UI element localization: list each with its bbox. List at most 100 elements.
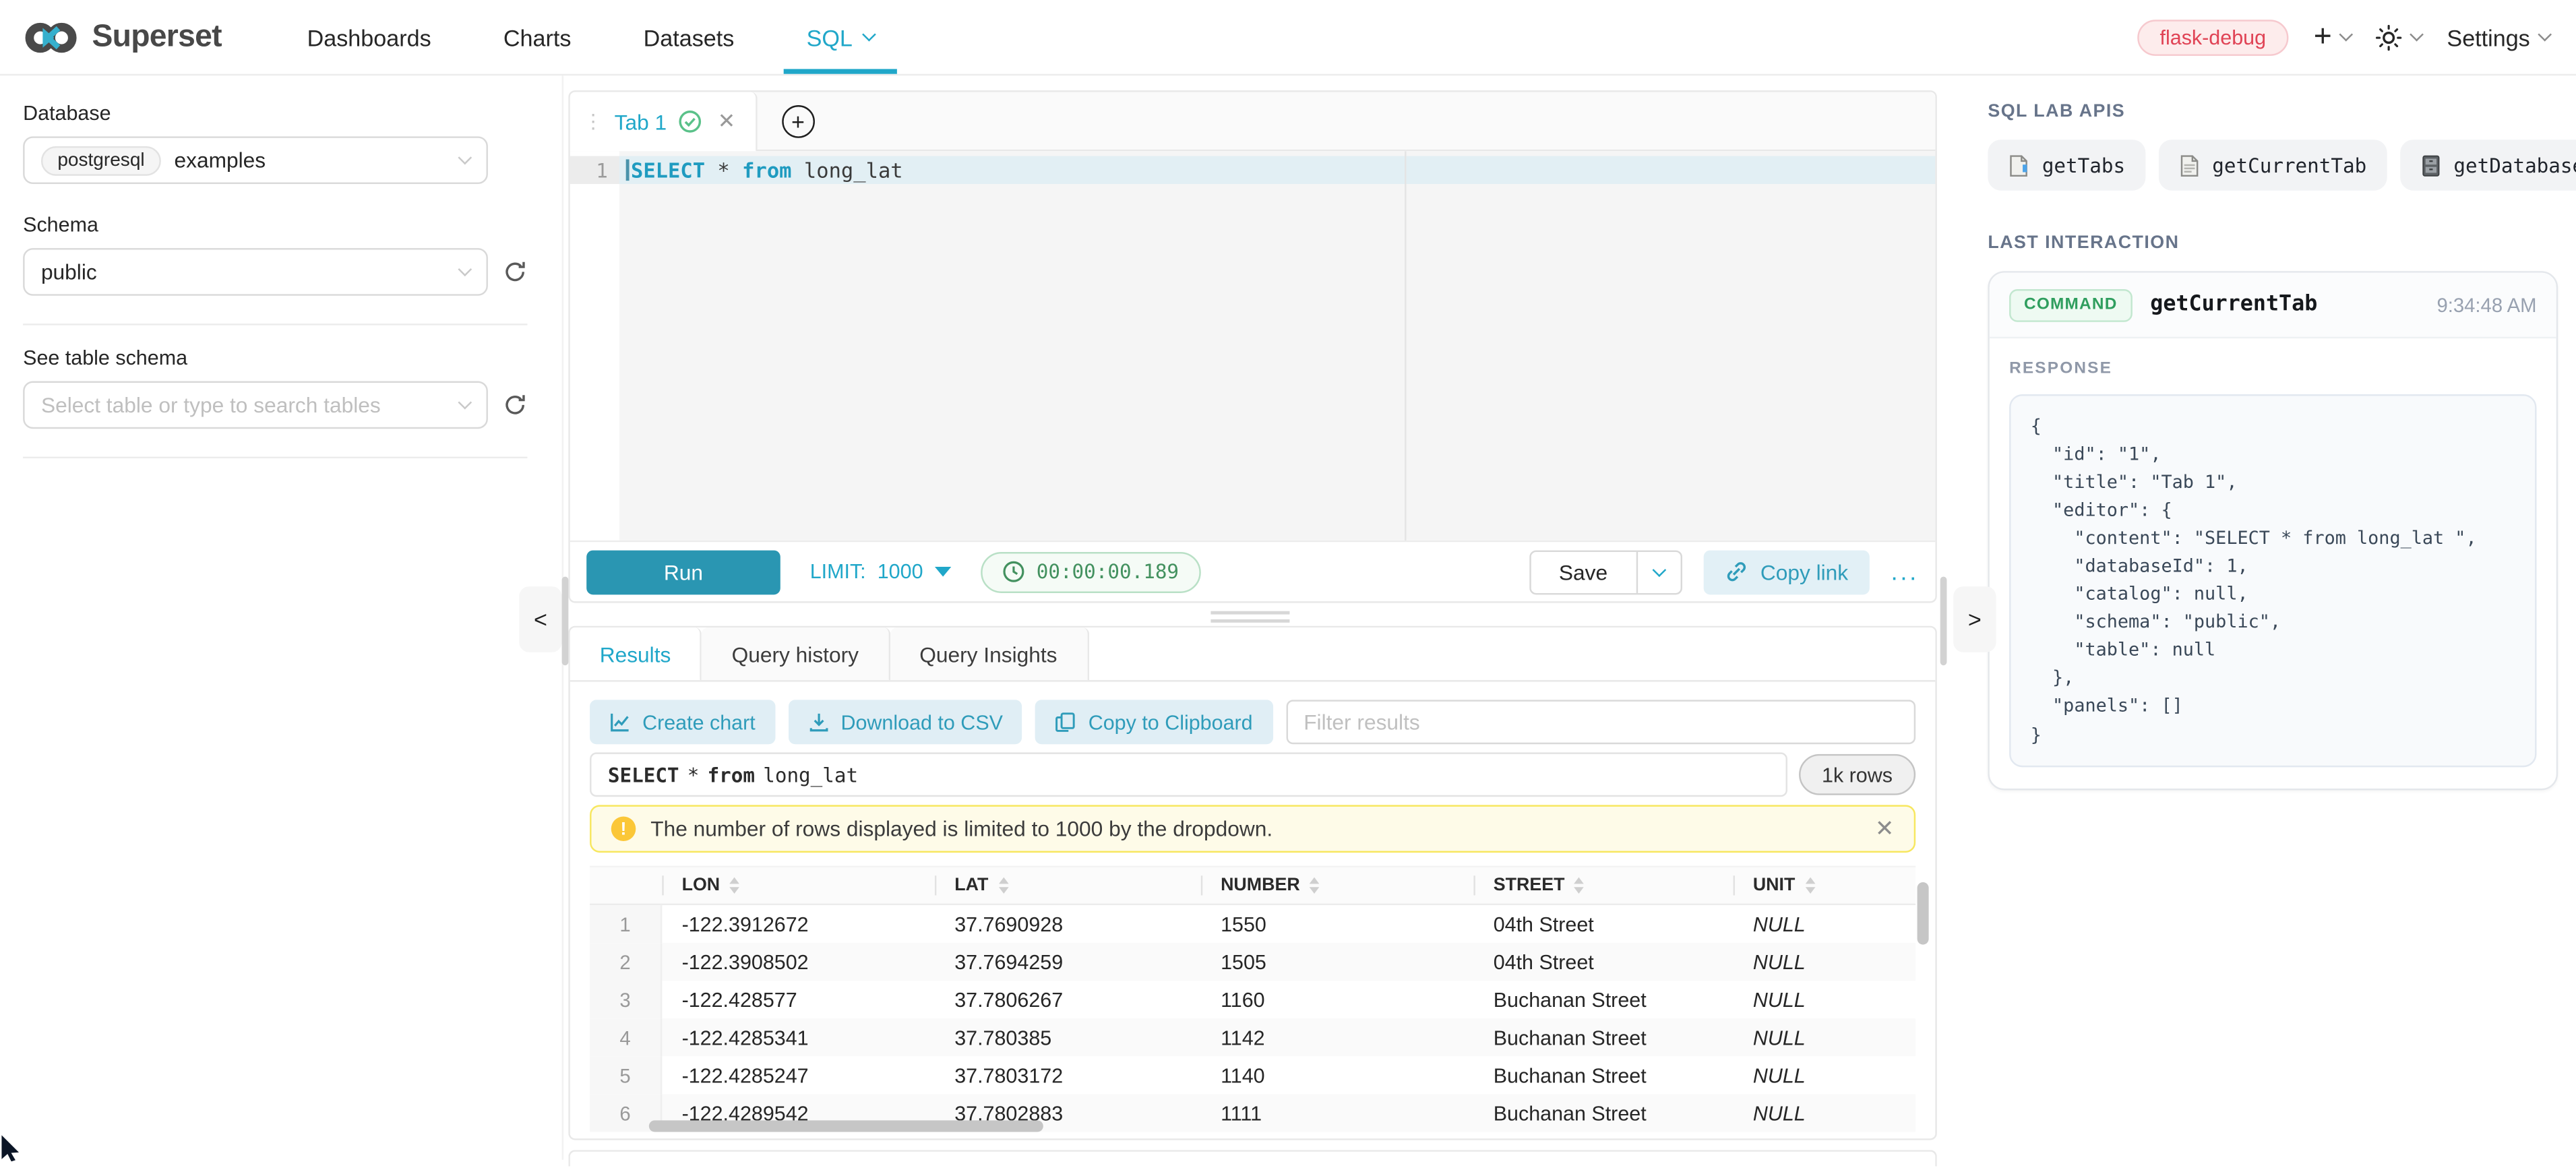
column-header-lat[interactable]: LAT: [935, 867, 1201, 904]
new-item-button[interactable]: +: [2314, 22, 2352, 53]
expand-right-panel-button[interactable]: >: [1953, 586, 1996, 652]
table-cell: NULL: [1734, 1018, 1916, 1056]
api-button-label: getDatabases: [2453, 154, 2576, 177]
copy-clipboard-button[interactable]: Copy to Clipboard: [1036, 700, 1272, 744]
collapsed-panel-edge: [568, 1150, 1936, 1166]
right-panel-scrollbar[interactable]: [1940, 577, 1947, 666]
navbar: Superset Dashboards Charts Datasets SQL …: [0, 0, 2576, 75]
column-label: NUMBER: [1221, 875, 1300, 895]
command-badge: COMMAND: [2009, 288, 2132, 321]
limit-label: LIMIT:: [810, 560, 866, 583]
settings-menu[interactable]: Settings: [2447, 24, 2550, 50]
table-cell: -122.3908502: [662, 943, 935, 981]
drag-handle-icon[interactable]: ⋮: [583, 112, 603, 131]
nav-item-dashboards[interactable]: Dashboards: [271, 0, 467, 74]
superset-logo[interactable]: Superset: [23, 19, 222, 55]
sort-icon[interactable]: [1805, 878, 1815, 894]
response-label: RESPONSE: [2009, 360, 2536, 378]
refresh-tables-button[interactable]: [503, 393, 528, 418]
run-button[interactable]: Run: [586, 549, 780, 594]
database-type-tag: postgresql: [41, 146, 161, 175]
command-timestamp: 9:34:48 AM: [2436, 293, 2536, 316]
chevron-down-icon: [2538, 28, 2552, 42]
api-buttons: getTabs getCurrentTab: [1988, 140, 2559, 191]
editor-code-area[interactable]: SELECT * from long_lat: [619, 151, 1935, 541]
infinity-logo-icon: [23, 19, 79, 55]
results-tabbar: Results Query history Query Insights: [570, 627, 1936, 681]
nav-item-charts[interactable]: Charts: [467, 0, 607, 74]
resize-handle[interactable]: [1210, 611, 1289, 627]
sql-identifier: long_lat: [804, 156, 903, 184]
sql-code-editor[interactable]: 1 SELECT * from long_lat: [570, 151, 1936, 541]
download-csv-button[interactable]: Download to CSV: [788, 700, 1022, 744]
more-options-button[interactable]: ...: [1891, 558, 1919, 586]
create-chart-button[interactable]: Create chart: [590, 700, 775, 744]
close-warning-icon[interactable]: ✕: [1875, 815, 1895, 842]
schema-select[interactable]: public: [23, 248, 488, 296]
row-number-cell: 3: [590, 981, 662, 1018]
table-cell: NULL: [1734, 905, 1916, 943]
new-tab-button[interactable]: +: [782, 105, 815, 138]
rows-limit-warning: ! The number of rows displayed is limite…: [590, 805, 1915, 853]
sort-icon[interactable]: [998, 878, 1008, 894]
nav-item-sql[interactable]: SQL: [770, 0, 910, 74]
filter-results-input[interactable]: Filter results: [1285, 700, 1915, 744]
column-header-lon[interactable]: LON: [662, 867, 935, 904]
close-tab-icon[interactable]: ✕: [712, 109, 735, 135]
table-cell: 37.7806267: [935, 981, 1201, 1018]
save-dropdown-button[interactable]: [1636, 551, 1680, 592]
database-select[interactable]: postgresql examples: [23, 136, 488, 184]
sort-icon[interactable]: [1574, 878, 1585, 894]
collapse-left-panel-button[interactable]: <: [519, 586, 561, 652]
refresh-schema-button[interactable]: [503, 259, 528, 284]
column-header-street[interactable]: STREET: [1473, 867, 1733, 904]
save-button[interactable]: Save: [1531, 551, 1635, 592]
last-interaction-heading: LAST INTERACTION: [1988, 233, 2559, 253]
column-header-unit[interactable]: UNIT: [1734, 867, 1916, 904]
theme-toggle-button[interactable]: [2376, 24, 2422, 50]
table-cell: 1550: [1201, 905, 1474, 943]
main-nav: Dashboards Charts Datasets SQL: [271, 0, 910, 74]
api-button-label: getCurrentTab: [2212, 154, 2366, 177]
tab-query-insights[interactable]: Query Insights: [890, 627, 1088, 680]
sort-icon[interactable]: [730, 878, 740, 894]
tab-results[interactable]: Results: [570, 627, 702, 680]
plus-icon: +: [2314, 22, 2332, 53]
sort-icon[interactable]: [1310, 878, 1320, 894]
table-cell: 04th Street: [1473, 905, 1733, 943]
left-panel-scrollbar[interactable]: [562, 577, 569, 666]
get-tabs-button[interactable]: getTabs: [1988, 140, 2145, 191]
get-current-tab-button[interactable]: getCurrentTab: [2158, 140, 2387, 191]
nav-item-datasets[interactable]: Datasets: [607, 0, 770, 74]
table-select[interactable]: Select table or type to search tables: [23, 381, 488, 429]
editor-tab-1[interactable]: ⋮ Tab 1 ✕: [570, 92, 757, 152]
tab-query-history[interactable]: Query history: [702, 627, 890, 680]
table-cell: Buchanan Street: [1473, 1094, 1733, 1132]
table-cell: 37.780385: [935, 1018, 1201, 1056]
tab-label: Query Insights: [919, 642, 1057, 667]
table-vertical-scrollbar[interactable]: [1918, 882, 1929, 945]
results-actions: Create chart Download to CSV: [590, 700, 1915, 744]
get-databases-button[interactable]: getDatabases: [2399, 140, 2576, 191]
link-icon: [1724, 560, 1747, 583]
check-circle-icon: [678, 110, 701, 133]
warning-icon: !: [611, 816, 636, 841]
table-cell: Buchanan Street: [1473, 981, 1733, 1018]
table-horizontal-scrollbar[interactable]: [649, 1120, 1043, 1132]
table-cell: -122.428577: [662, 981, 935, 1018]
divider: [23, 457, 527, 458]
copy-link-button[interactable]: Copy link: [1703, 549, 1870, 594]
cabinet-icon: [2419, 154, 2441, 177]
save-split-button: Save: [1529, 549, 1682, 594]
caret-down-icon: [935, 567, 951, 577]
chart-icon: [609, 711, 631, 733]
sun-icon: [2376, 24, 2403, 50]
table-cell: 37.7690928: [935, 905, 1201, 943]
limit-dropdown[interactable]: LIMIT: 1000: [810, 560, 951, 583]
row-number-cell: 4: [590, 1018, 662, 1056]
table-select-placeholder: Select table or type to search tables: [41, 393, 381, 418]
navbar-right: flask-debug +: [2137, 19, 2550, 55]
column-header-number[interactable]: NUMBER: [1201, 867, 1474, 904]
results-table: LON LAT NUMBER STREET: [590, 866, 1915, 1132]
table-schema-label: See table schema: [23, 346, 562, 369]
